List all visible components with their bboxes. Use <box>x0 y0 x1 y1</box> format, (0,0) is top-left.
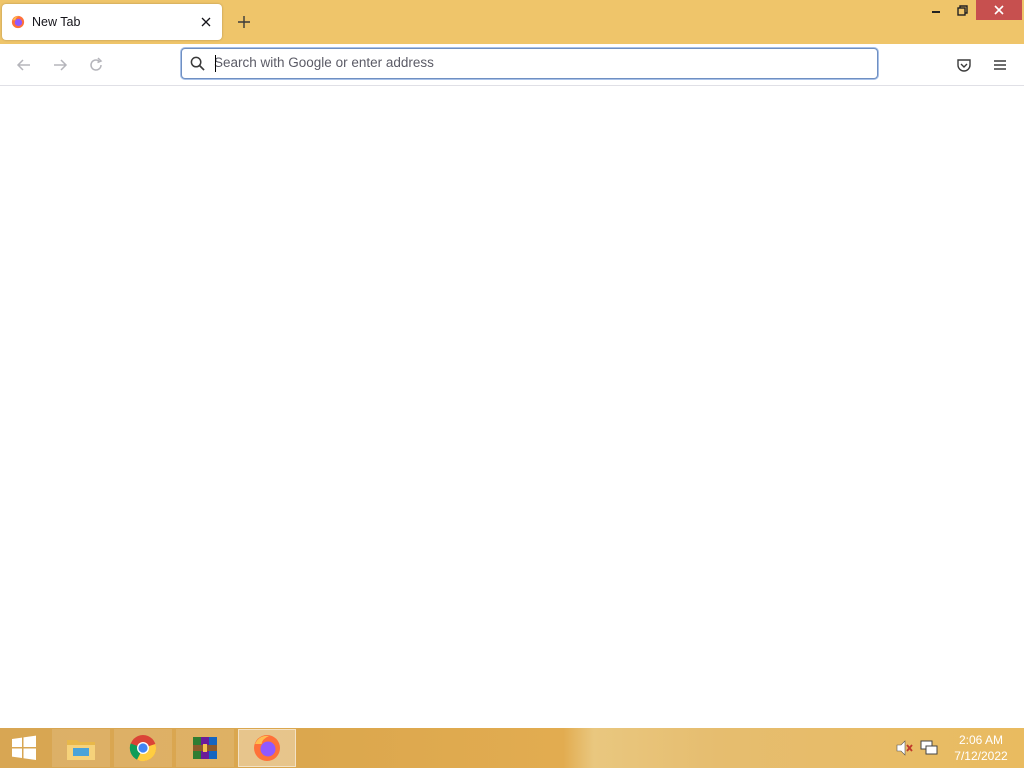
title-bar: New Tab <box>0 0 1024 44</box>
firefox-icon <box>254 735 280 761</box>
back-button[interactable] <box>12 53 36 77</box>
taskbar-app-explorer[interactable] <box>52 729 110 767</box>
start-button[interactable] <box>0 728 48 768</box>
clock-time: 2:06 AM <box>958 733 1004 747</box>
pocket-button[interactable] <box>952 53 976 77</box>
reload-icon <box>90 57 103 71</box>
text-caret <box>215 55 216 72</box>
hamburger-menu-icon <box>994 60 1006 70</box>
page-content <box>0 86 1024 728</box>
taskbar: 2:06 AM 7/12/2022 <box>0 728 1024 768</box>
reload-button[interactable] <box>84 53 108 77</box>
tab-new-tab[interactable]: New Tab <box>2 4 222 40</box>
search-icon <box>190 56 205 71</box>
close-icon[interactable] <box>196 12 216 32</box>
arrow-right-icon <box>54 59 68 71</box>
pocket-icon <box>957 59 971 72</box>
tab-title: New Tab <box>32 15 81 29</box>
forward-button[interactable] <box>48 53 72 77</box>
network-icon[interactable] <box>920 740 938 756</box>
restore-icon <box>956 4 968 16</box>
taskbar-app-firefox[interactable] <box>238 729 296 767</box>
volume-muted-icon[interactable] <box>896 740 914 756</box>
system-clock[interactable]: 2:06 AM 7/12/2022 <box>948 732 1014 764</box>
app-menu-button[interactable] <box>988 53 1012 77</box>
winrar-icon <box>193 737 217 759</box>
new-tab-button[interactable] <box>234 12 254 32</box>
close-icon <box>994 5 1004 15</box>
clock-date: 7/12/2022 <box>954 749 1008 763</box>
firefox-icon <box>11 15 25 29</box>
window-close-button[interactable] <box>976 0 1022 20</box>
arrow-left-icon <box>16 59 30 71</box>
address-input[interactable] <box>214 49 854 76</box>
restore-button[interactable] <box>948 0 976 20</box>
minimize-icon <box>932 11 940 13</box>
folder-icon <box>67 740 95 760</box>
taskbar-app-winrar[interactable] <box>176 729 234 767</box>
nav-toolbar <box>0 44 1024 86</box>
address-bar[interactable] <box>181 48 878 79</box>
minimize-button[interactable] <box>922 0 950 20</box>
windows-logo-icon <box>12 735 36 760</box>
plus-icon <box>238 16 250 28</box>
chrome-icon <box>129 735 157 762</box>
taskbar-app-chrome[interactable] <box>114 729 172 767</box>
